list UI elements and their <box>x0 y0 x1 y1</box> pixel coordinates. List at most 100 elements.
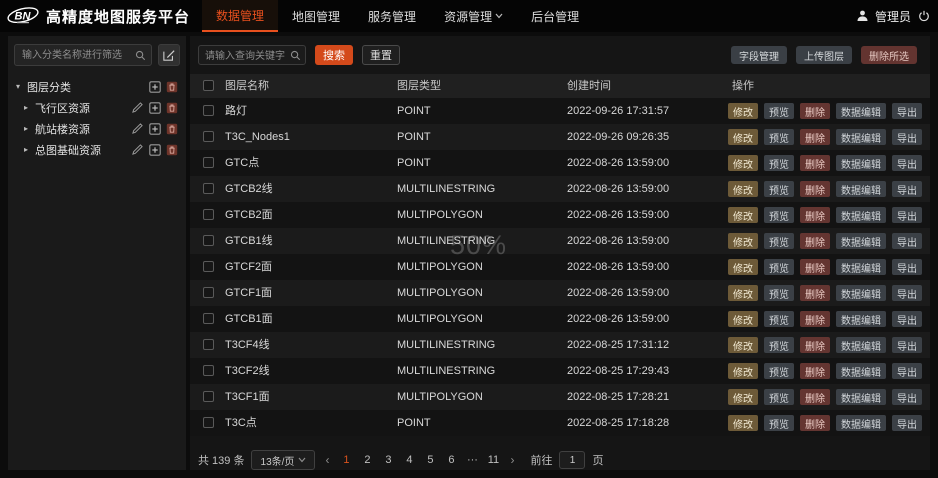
preview-button[interactable]: 预览 <box>764 103 794 119</box>
export-button[interactable]: 导出 <box>892 207 922 223</box>
modify-button[interactable]: 修改 <box>728 155 758 171</box>
add-plus-icon[interactable] <box>148 80 161 93</box>
data-edit-button[interactable]: 数据编辑 <box>836 207 886 223</box>
reset-button[interactable]: 重置 <box>362 45 400 65</box>
nav-tab[interactable]: 地图管理 <box>278 0 354 32</box>
rename-pencil-icon[interactable] <box>131 143 144 156</box>
rename-pencil-icon[interactable] <box>131 101 144 114</box>
nav-tab[interactable]: 数据管理 <box>202 0 278 32</box>
modify-button[interactable]: 修改 <box>728 103 758 119</box>
page-number[interactable]: 1 <box>339 454 353 466</box>
add-plus-icon[interactable] <box>148 101 161 114</box>
page-number[interactable]: 4 <box>402 454 416 466</box>
modify-button[interactable]: 修改 <box>728 363 758 379</box>
delete-button[interactable]: 删除 <box>800 155 830 171</box>
preview-button[interactable]: 预览 <box>764 129 794 145</box>
rename-pencil-icon[interactable] <box>131 122 144 135</box>
data-edit-button[interactable]: 数据编辑 <box>836 311 886 327</box>
row-checkbox[interactable] <box>203 391 214 402</box>
delete-button[interactable]: 删除 <box>800 207 830 223</box>
export-button[interactable]: 导出 <box>892 103 922 119</box>
delete-trash-icon[interactable] <box>165 101 178 114</box>
row-checkbox[interactable] <box>203 417 214 428</box>
modify-button[interactable]: 修改 <box>728 285 758 301</box>
row-checkbox[interactable] <box>203 365 214 376</box>
delete-button[interactable]: 删除 <box>800 103 830 119</box>
data-edit-button[interactable]: 数据编辑 <box>836 103 886 119</box>
delete-trash-icon[interactable] <box>165 80 178 93</box>
page-number[interactable]: 5 <box>423 454 437 466</box>
row-checkbox[interactable] <box>203 313 214 324</box>
page-number[interactable]: ··· <box>465 454 479 466</box>
preview-button[interactable]: 预览 <box>764 285 794 301</box>
export-button[interactable]: 导出 <box>892 285 922 301</box>
export-button[interactable]: 导出 <box>892 259 922 275</box>
delete-button[interactable]: 删除 <box>800 181 830 197</box>
page-number[interactable]: 11 <box>486 454 500 466</box>
modify-button[interactable]: 修改 <box>728 259 758 275</box>
tree-expand-icon[interactable]: ▸ <box>24 145 35 154</box>
next-page-icon[interactable]: › <box>507 453 517 467</box>
preview-button[interactable]: 预览 <box>764 389 794 405</box>
tree-item[interactable]: ▸ 航站楼资源 <box>14 118 180 139</box>
field-management-button[interactable]: 字段管理 <box>731 46 787 64</box>
tree-item[interactable]: ▸ 飞行区资源 <box>14 97 180 118</box>
export-button[interactable]: 导出 <box>892 363 922 379</box>
data-edit-button[interactable]: 数据编辑 <box>836 129 886 145</box>
export-button[interactable]: 导出 <box>892 389 922 405</box>
export-button[interactable]: 导出 <box>892 233 922 249</box>
export-button[interactable]: 导出 <box>892 181 922 197</box>
modify-button[interactable]: 修改 <box>728 311 758 327</box>
upload-layer-button[interactable]: 上传图层 <box>796 46 852 64</box>
nav-tab[interactable]: 服务管理 <box>354 0 430 32</box>
modify-button[interactable]: 修改 <box>728 129 758 145</box>
export-button[interactable]: 导出 <box>892 415 922 431</box>
delete-button[interactable]: 删除 <box>800 389 830 405</box>
page-number[interactable]: 3 <box>381 454 395 466</box>
export-button[interactable]: 导出 <box>892 155 922 171</box>
preview-button[interactable]: 预览 <box>764 181 794 197</box>
preview-button[interactable]: 预览 <box>764 233 794 249</box>
modify-button[interactable]: 修改 <box>728 207 758 223</box>
preview-button[interactable]: 预览 <box>764 311 794 327</box>
page-number[interactable]: 6 <box>444 454 458 466</box>
data-edit-button[interactable]: 数据编辑 <box>836 155 886 171</box>
export-button[interactable]: 导出 <box>892 129 922 145</box>
modify-button[interactable]: 修改 <box>728 233 758 249</box>
data-edit-button[interactable]: 数据编辑 <box>836 415 886 431</box>
page-size-select[interactable]: 13条/页 <box>251 450 315 470</box>
delete-button[interactable]: 删除 <box>800 311 830 327</box>
preview-button[interactable]: 预览 <box>764 415 794 431</box>
data-edit-button[interactable]: 数据编辑 <box>836 259 886 275</box>
data-edit-button[interactable]: 数据编辑 <box>836 181 886 197</box>
data-edit-button[interactable]: 数据编辑 <box>836 285 886 301</box>
tree-expand-icon[interactable]: ▸ <box>24 124 35 133</box>
tree-item[interactable]: ▾ 图层分类 <box>14 76 180 97</box>
tree-expand-icon[interactable]: ▸ <box>24 103 35 112</box>
export-button[interactable]: 导出 <box>892 311 922 327</box>
preview-button[interactable]: 预览 <box>764 259 794 275</box>
delete-trash-icon[interactable] <box>165 143 178 156</box>
preview-button[interactable]: 预览 <box>764 337 794 353</box>
delete-selected-button[interactable]: 删除所选 <box>861 46 917 64</box>
row-checkbox[interactable] <box>203 183 214 194</box>
row-checkbox[interactable] <box>203 157 214 168</box>
delete-button[interactable]: 删除 <box>800 233 830 249</box>
category-filter-input[interactable] <box>15 46 151 66</box>
row-checkbox[interactable] <box>203 209 214 220</box>
edit-category-button[interactable] <box>158 44 180 66</box>
preview-button[interactable]: 预览 <box>764 363 794 379</box>
modify-button[interactable]: 修改 <box>728 415 758 431</box>
delete-button[interactable]: 删除 <box>800 337 830 353</box>
modify-button[interactable]: 修改 <box>728 337 758 353</box>
delete-button[interactable]: 删除 <box>800 363 830 379</box>
modify-button[interactable]: 修改 <box>728 389 758 405</box>
delete-button[interactable]: 删除 <box>800 285 830 301</box>
delete-button[interactable]: 删除 <box>800 415 830 431</box>
select-all-checkbox[interactable] <box>203 80 214 91</box>
prev-page-icon[interactable]: ‹ <box>322 453 332 467</box>
row-checkbox[interactable] <box>203 131 214 142</box>
row-checkbox[interactable] <box>203 339 214 350</box>
row-checkbox[interactable] <box>203 261 214 272</box>
data-edit-button[interactable]: 数据编辑 <box>836 337 886 353</box>
